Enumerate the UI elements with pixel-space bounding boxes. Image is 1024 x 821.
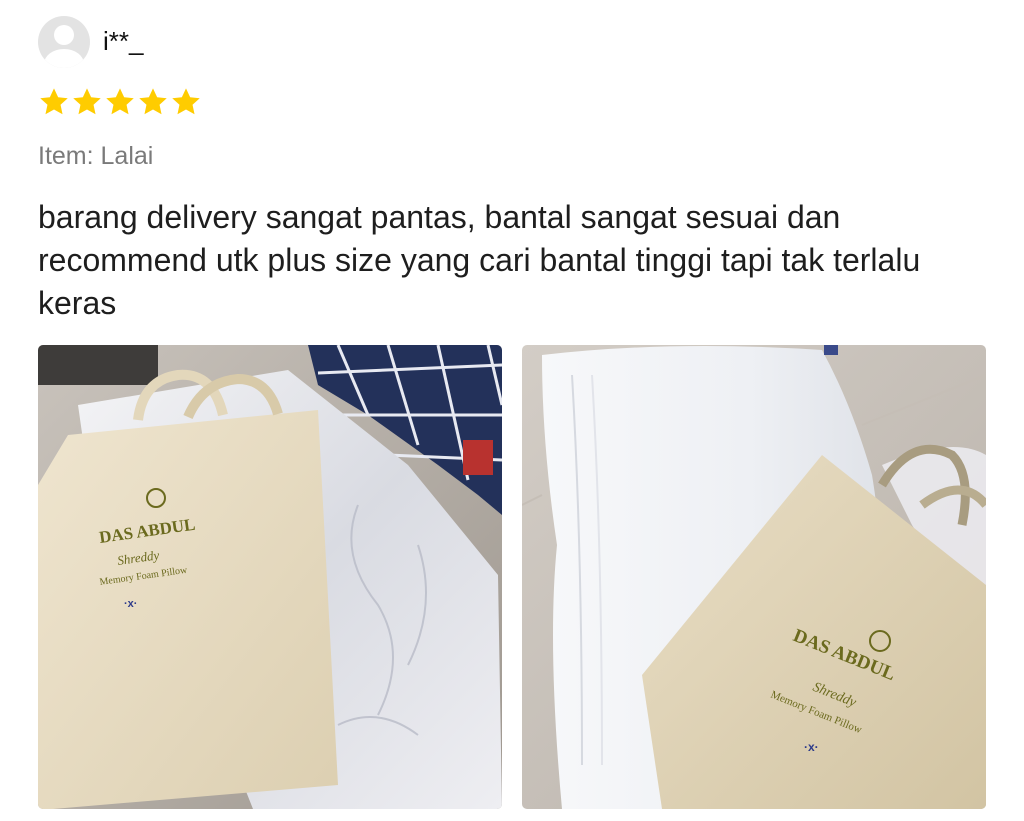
photo-1-image: DAS ABDUL Shreddy Memory Foam Pillow ·x· [38, 345, 502, 809]
avatar-shoulders-shape [44, 49, 84, 68]
svg-text:·x·: ·x· [124, 598, 137, 610]
star-rating [38, 86, 202, 118]
photo-2-image: DAS ABDUL Shreddy Memory Foam Pillow ·x· [522, 345, 986, 809]
review-comment: barang delivery sangat pantas, bantal sa… [38, 199, 921, 321]
svg-text:·x·: ·x· [804, 740, 819, 754]
avatar-head-shape [54, 25, 74, 45]
star-icon [73, 88, 101, 115]
user-avatar-icon[interactable] [38, 16, 90, 68]
review-photo-1[interactable]: DAS ABDUL Shreddy Memory Foam Pillow ·x· [38, 345, 502, 809]
star-icon [172, 88, 200, 115]
review-photo-2[interactable]: DAS ABDUL Shreddy Memory Foam Pillow ·x· [522, 345, 986, 809]
item-variation: Item: Lalai [38, 142, 154, 170]
product-review: i**_ Item: Lalai barang delivery sangat … [0, 0, 1024, 821]
reviewer-username[interactable]: i**_ [103, 24, 143, 58]
star-icon [40, 88, 68, 115]
star-icon [139, 88, 167, 115]
star-icon [106, 88, 134, 115]
